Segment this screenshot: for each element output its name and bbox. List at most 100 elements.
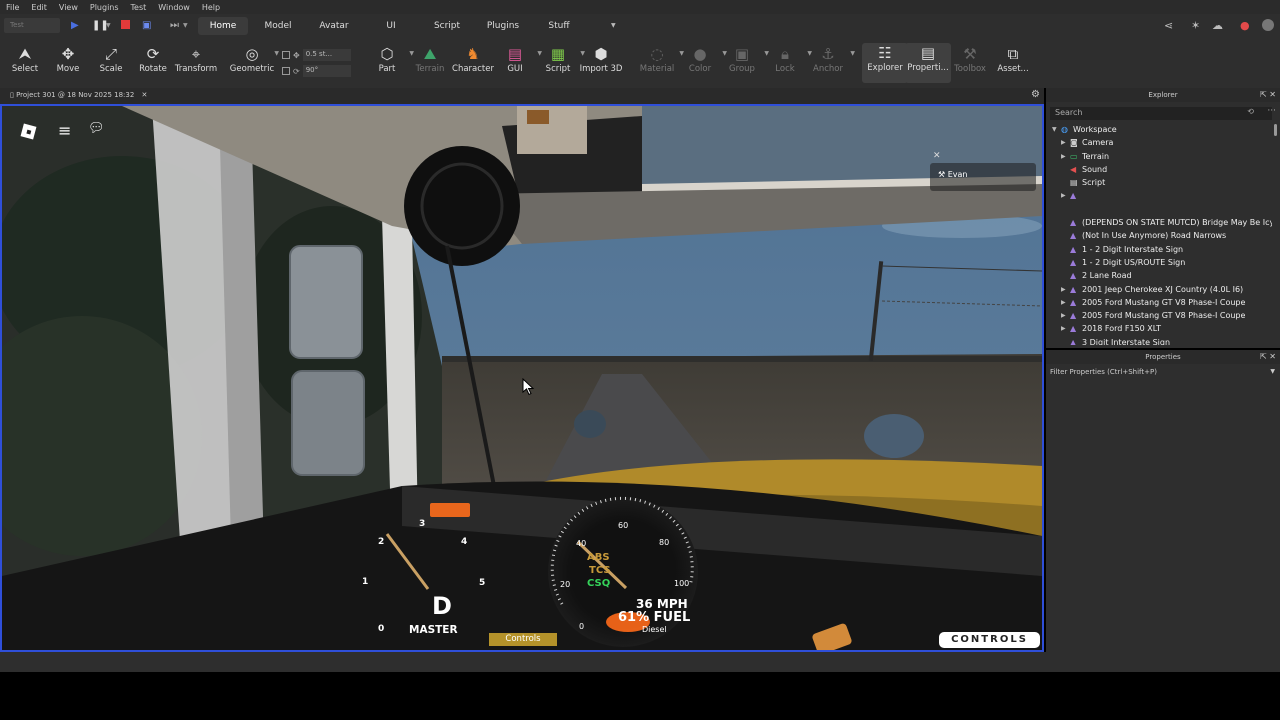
- lock-button[interactable]: 🔒︎ Lock ▼: [762, 44, 812, 74]
- tab-model[interactable]: Model: [256, 17, 300, 35]
- explorer-toggle-button[interactable]: ☷ Explorer: [862, 43, 908, 83]
- tree-item[interactable]: ▲ 1 - 2 Digit Interstate Sign: [1046, 243, 1272, 256]
- menu-window[interactable]: Window: [152, 3, 196, 12]
- tree-item[interactable]: ▲ 1 - 2 Digit US/ROUTE Sign: [1046, 256, 1272, 269]
- anchor-button[interactable]: ⚓ Anchor ▼: [805, 44, 855, 74]
- group-button[interactable]: ▣ Group ▼: [719, 44, 769, 74]
- tab-script[interactable]: Script: [426, 17, 468, 35]
- close-icon[interactable]: ✕: [933, 151, 941, 161]
- chevron-down-icon[interactable]: ▼: [1052, 123, 1057, 136]
- pop-out-icon[interactable]: ⇱: [1260, 90, 1267, 99]
- cursor-icon: ⮝: [18, 45, 32, 63]
- tab-stuff[interactable]: Stuff: [540, 17, 578, 35]
- gear-icon[interactable]: ⚙: [1031, 89, 1040, 100]
- chevron-right-icon[interactable]: ▶: [1061, 322, 1066, 335]
- menu-file[interactable]: File: [0, 3, 25, 12]
- tree-item[interactable]: ▲ (DEPENDS ON STATE MUTCD) Bridge May Be …: [1046, 216, 1272, 229]
- share-icon[interactable]: ⋖: [1164, 19, 1173, 32]
- tab-ui[interactable]: UI: [376, 17, 406, 35]
- tree-item[interactable]: ▶ ▲ 2018 Ford F150 XLT: [1046, 322, 1272, 335]
- menu-view[interactable]: View: [53, 3, 84, 12]
- tree-item[interactable]: ▶ ◙ Camera: [1046, 136, 1272, 149]
- tree-item[interactable]: ▶ ▭ Terrain: [1046, 150, 1272, 163]
- chevron-down-icon[interactable]: ▼: [1270, 368, 1275, 375]
- asset-manager-toggle-button[interactable]: ⧉ Asset...: [990, 44, 1036, 74]
- client-server-icon[interactable]: ▣: [142, 19, 151, 32]
- tab-plugins[interactable]: Plugins: [482, 17, 524, 35]
- tabs-overflow-icon[interactable]: ▼: [611, 22, 616, 29]
- close-icon[interactable]: ✕: [142, 91, 148, 99]
- player-entry[interactable]: ⚒ Evan: [938, 170, 967, 179]
- chevron-down-icon[interactable]: ▼: [183, 19, 188, 32]
- scale-tool-button[interactable]: ⤢ Scale: [88, 44, 134, 74]
- tab-avatar[interactable]: Avatar: [312, 17, 356, 35]
- material-button[interactable]: ◌ Material ▼: [634, 44, 684, 74]
- explorer-search-input[interactable]: Search ⟲ ···: [1050, 106, 1276, 120]
- snap-move-input[interactable]: 0.5 st...: [302, 49, 351, 61]
- close-icon[interactable]: ✕: [1269, 90, 1276, 99]
- select-tool-button[interactable]: ⮝ Select: [2, 44, 48, 74]
- tree-item[interactable]: [1046, 203, 1272, 216]
- menu-help[interactable]: Help: [196, 3, 226, 12]
- 3d-viewport[interactable]: ≡ 💬︎ ✕ ⚒ Evan 0 1 2 3 4 5 0 20 40 60 80 …: [0, 104, 1044, 652]
- menu-test[interactable]: Test: [125, 3, 153, 12]
- menu-plugins[interactable]: Plugins: [84, 3, 125, 12]
- rotate-tool-button[interactable]: ⟳ Rotate: [130, 44, 176, 74]
- close-icon[interactable]: ✕: [1269, 352, 1276, 361]
- snap-rotate-checkbox[interactable]: [282, 67, 290, 75]
- tab-home[interactable]: Home: [198, 17, 248, 35]
- tree-item[interactable]: ▶ ▲ 2005 Ford Mustang GT V8 Phase-I Coupe: [1046, 309, 1272, 322]
- chevron-right-icon[interactable]: ▶: [1061, 296, 1066, 309]
- tree-item[interactable]: ▲ 3 Digit Interstate Sign: [1046, 336, 1272, 345]
- cloud-icon[interactable]: ☁: [1212, 19, 1223, 32]
- chevron-right-icon[interactable]: ▶: [1061, 136, 1066, 149]
- snap-rotate-input[interactable]: 90°: [302, 65, 351, 77]
- run-icon[interactable]: ▶: [71, 19, 79, 32]
- avatar[interactable]: [1262, 19, 1274, 31]
- terrain-button[interactable]: ⛰ Terrain: [407, 44, 453, 74]
- tree-item[interactable]: ◀ Sound: [1046, 163, 1272, 176]
- hamburger-menu-icon[interactable]: ≡: [58, 121, 71, 140]
- properties-filter-input[interactable]: Filter Properties (Ctrl+Shift+P): [1050, 368, 1157, 376]
- history-icon[interactable]: ⟲: [1247, 107, 1254, 116]
- tree-item[interactable]: ▼ ◍ Workspace: [1046, 123, 1272, 136]
- toolbox-toggle-button[interactable]: ⚒ Toolbox: [947, 44, 993, 74]
- controls-pill-button[interactable]: Controls: [489, 633, 557, 646]
- more-options-icon[interactable]: ···: [1267, 106, 1276, 116]
- import-3d-button[interactable]: ⬢ Import 3D: [578, 44, 624, 74]
- part-button[interactable]: ⬡ Part ▼: [364, 44, 414, 74]
- tree-item[interactable]: ▲ (Not In Use Anymore) Road Narrows: [1046, 229, 1272, 242]
- tree-item[interactable]: ▶ ▲: [1046, 189, 1272, 202]
- chevron-right-icon[interactable]: ▶: [1061, 309, 1066, 322]
- chevron-right-icon[interactable]: ▶: [1061, 150, 1066, 163]
- geometric-mode-button[interactable]: ◎ Geometric ▼: [229, 44, 279, 74]
- properties-toggle-button[interactable]: ▤ Properti...: [905, 43, 951, 83]
- controls-button[interactable]: CONTROLS: [939, 632, 1040, 648]
- transform-tool-button[interactable]: ⌖ Transform: [173, 44, 219, 74]
- chevron-right-icon[interactable]: ▶: [1061, 189, 1066, 202]
- tree-item-label: Workspace: [1073, 125, 1117, 134]
- step-icon[interactable]: ⏭: [170, 19, 179, 32]
- gui-button[interactable]: ▤ GUI ▼: [492, 44, 542, 74]
- document-tab-project[interactable]: ▯ Project 301 @ 18 Nov 2025 18:32 ✕: [10, 91, 147, 99]
- collaborate-icon[interactable]: ✶: [1191, 19, 1200, 32]
- chat-icon[interactable]: 💬︎: [88, 121, 105, 136]
- tree-item[interactable]: ▲ 2 Lane Road: [1046, 269, 1272, 282]
- script-button[interactable]: ▦ Script ▼: [535, 44, 585, 74]
- snap-move-checkbox[interactable]: [282, 51, 290, 59]
- speedo-number: 60: [618, 521, 629, 530]
- tree-item[interactable]: ▤ Script: [1046, 176, 1272, 189]
- notification-bell-icon[interactable]: ●: [1240, 19, 1250, 32]
- tree-item[interactable]: ▶ ▲ 2005 Ford Mustang GT V8 Phase-I Coupe: [1046, 296, 1272, 309]
- stop-icon[interactable]: [121, 20, 130, 29]
- chevron-right-icon[interactable]: ▶: [1061, 283, 1066, 296]
- chevron-down-icon[interactable]: ▼: [106, 19, 111, 32]
- character-button[interactable]: ♞ Character: [450, 44, 496, 74]
- play-mode-select[interactable]: Test: [4, 18, 60, 33]
- menu-edit[interactable]: Edit: [25, 3, 53, 12]
- move-tool-button[interactable]: ✥ Move: [45, 44, 91, 74]
- color-button[interactable]: ● Color ▼: [677, 44, 727, 74]
- tree-item[interactable]: ▶ ▲ 2001 Jeep Cherokee XJ Country (4.0L I6…: [1046, 283, 1272, 296]
- explorer-scrollbar[interactable]: [1274, 124, 1277, 136]
- pop-out-icon[interactable]: ⇱: [1260, 352, 1267, 361]
